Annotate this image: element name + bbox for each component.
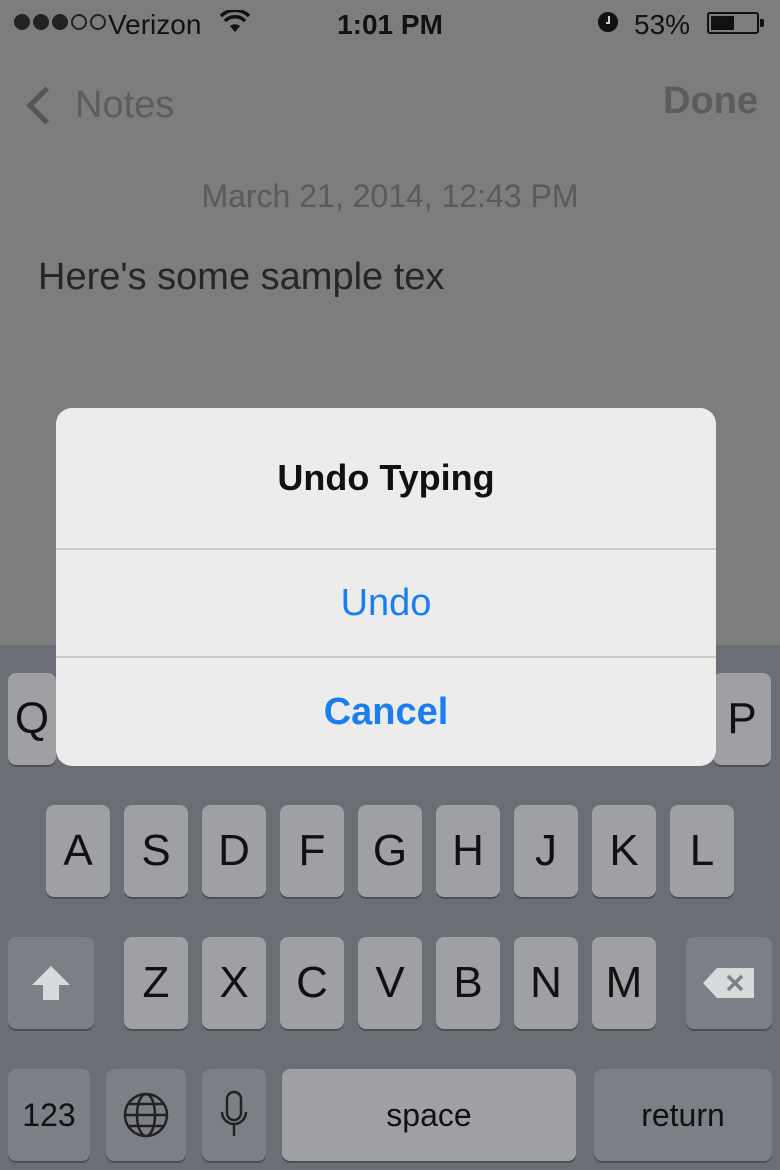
shift-icon (32, 966, 70, 1000)
alarm-icon (598, 12, 618, 32)
globe-key[interactable] (106, 1069, 186, 1161)
key-g[interactable]: G (358, 805, 422, 897)
space-key[interactable]: space (282, 1069, 576, 1161)
key-m[interactable]: M (592, 937, 656, 1029)
battery-icon (707, 12, 764, 34)
key-a[interactable]: A (46, 805, 110, 897)
microphone-icon (220, 1090, 248, 1136)
globe-icon (123, 1092, 169, 1138)
done-button[interactable]: Done (663, 80, 758, 123)
navigation-bar: Notes Done (0, 60, 780, 146)
cancel-button[interactable]: Cancel (56, 658, 716, 766)
return-key[interactable]: return (594, 1069, 772, 1161)
chevron-left-icon (26, 85, 65, 125)
undo-typing-alert: Undo Typing Undo Cancel (56, 408, 716, 766)
key-l[interactable]: L (670, 805, 734, 897)
dictation-key[interactable] (202, 1069, 266, 1161)
key-q[interactable]: Q (8, 673, 56, 765)
note-date: March 21, 2014, 12:43 PM (201, 178, 579, 214)
key-s[interactable]: S (124, 805, 188, 897)
back-label: Notes (75, 83, 175, 126)
status-bar: Verizon 1:01 PM 53% (0, 0, 780, 50)
key-n[interactable]: N (514, 937, 578, 1029)
key-f[interactable]: F (280, 805, 344, 897)
key-z[interactable]: Z (124, 937, 188, 1029)
key-x[interactable]: X (202, 937, 266, 1029)
key-d[interactable]: D (202, 805, 266, 897)
undo-button[interactable]: Undo (56, 550, 716, 658)
key-j[interactable]: J (514, 805, 578, 897)
key-p[interactable]: P (713, 673, 771, 765)
note-text[interactable]: Here's some sample tex (38, 256, 444, 299)
shift-key[interactable] (8, 937, 94, 1029)
key-v[interactable]: V (358, 937, 422, 1029)
backspace-icon (703, 968, 754, 998)
alert-title: Undo Typing (56, 408, 716, 550)
back-button[interactable]: Notes (20, 80, 174, 130)
key-h[interactable]: H (436, 805, 500, 897)
numbers-key[interactable]: 123 (8, 1069, 90, 1161)
battery-percentage: 53% (634, 9, 691, 40)
key-b[interactable]: B (436, 937, 500, 1029)
key-c[interactable]: C (280, 937, 344, 1029)
delete-key[interactable] (686, 937, 772, 1029)
key-k[interactable]: K (592, 805, 656, 897)
notes-screen: Verizon 1:01 PM 53% Notes Done March 21,… (0, 0, 780, 1170)
